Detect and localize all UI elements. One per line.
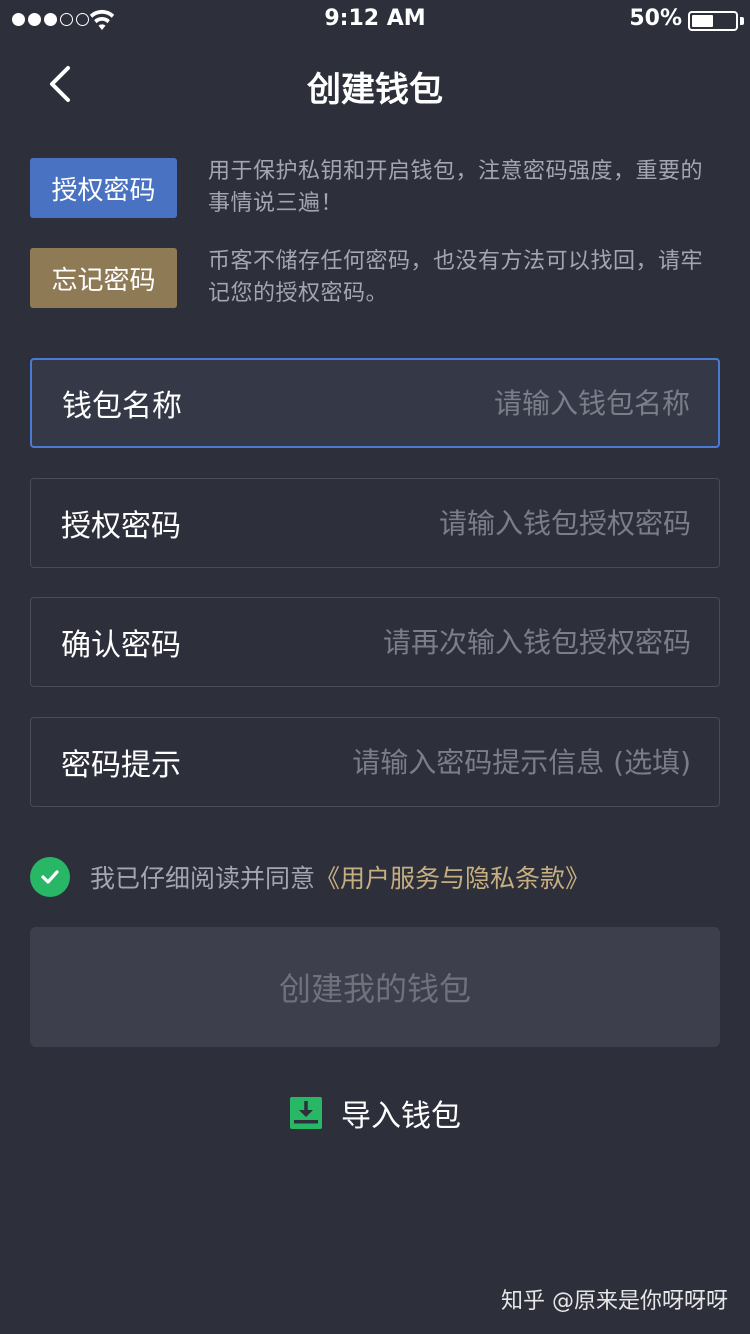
battery-cap	[740, 17, 744, 25]
info-row-forgot: 忘记密码 币客不储存任何密码，也没有方法可以找回，请牢记您的授权密码。	[30, 248, 720, 318]
info-tag-forgot-password: 忘记密码	[30, 248, 177, 308]
wallet-name-field[interactable]: 钱包名称	[30, 358, 720, 448]
info-text-auth-password: 用于保护私钥和开启钱包，注意密码强度，重要的事情说三遍！	[208, 159, 704, 216]
battery-icon	[688, 11, 738, 31]
auth-password-field[interactable]: 授权密码	[30, 478, 720, 568]
agreement-text: 我已仔细阅读并同意	[90, 864, 316, 893]
password-hint-field[interactable]: 密码提示	[30, 717, 720, 807]
battery-fill	[692, 15, 713, 27]
checkmark-icon	[41, 870, 59, 884]
confirm-password-field[interactable]: 确认密码	[30, 597, 720, 687]
page-title: 创建钱包	[307, 70, 443, 110]
terms-link[interactable]: 《用户服务与隐私条款》	[315, 859, 590, 895]
import-wallet-button[interactable]: 导入钱包	[0, 1090, 750, 1136]
password-hint-input[interactable]	[221, 718, 691, 806]
watermark: 知乎 @原来是你呀呀呀	[501, 1289, 728, 1314]
import-download-icon	[290, 1097, 322, 1129]
info-text-forgot-password: 币客不储存任何密码，也没有方法可以找回，请牢记您的授权密码。	[208, 249, 704, 306]
create-wallet-button[interactable]: 创建我的钱包	[30, 927, 720, 1047]
wallet-name-label: 钱包名称	[62, 389, 182, 424]
info-tag-auth-password: 授权密码	[30, 158, 177, 218]
status-bar: 9:12 AM 50%	[0, 0, 750, 40]
battery-percent: 50%	[629, 6, 682, 31]
auth-password-input[interactable]	[221, 479, 691, 567]
nav-bar: 创建钱包	[0, 40, 750, 128]
agreement-checkbox[interactable]	[30, 857, 70, 897]
create-wallet-screen: 9:12 AM 50% 创建钱包 授权密码 用于保护私钥和开启钱包，注意密码强度…	[0, 0, 750, 1334]
agreement-row: 我已仔细阅读并同意 《用户服务与隐私条款》	[30, 857, 590, 897]
import-wallet-label: 导入钱包	[341, 1099, 461, 1134]
confirm-password-label: 确认密码	[61, 628, 181, 663]
wallet-name-input[interactable]	[220, 360, 690, 446]
info-row-password: 授权密码 用于保护私钥和开启钱包，注意密码强度，重要的事情说三遍！	[30, 158, 720, 228]
confirm-password-input[interactable]	[221, 598, 691, 686]
auth-password-label: 授权密码	[61, 509, 181, 544]
password-hint-label: 密码提示	[61, 748, 181, 783]
